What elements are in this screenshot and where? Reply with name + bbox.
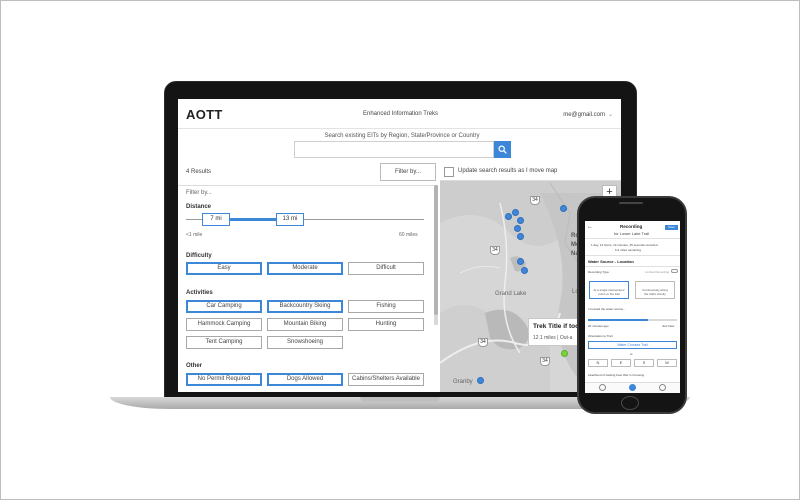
search-label: Search existing EITs by Region, State/Pr… bbox=[324, 133, 480, 139]
continuous-line2: the trail's vicinity bbox=[644, 292, 666, 296]
search-input[interactable] bbox=[294, 141, 494, 158]
distance-min-handle[interactable]: 7 mi bbox=[202, 213, 230, 226]
update-results-label: Update search results as I move map bbox=[458, 168, 558, 174]
limited-recording-toggle[interactable] bbox=[671, 269, 678, 273]
filter-panel-scroll-thumb[interactable] bbox=[434, 185, 438, 315]
likelihood-label: Likelihood of Getting Feet Wet in Crossi… bbox=[588, 373, 645, 377]
activity-car-camping[interactable]: Car Camping bbox=[186, 300, 262, 313]
map-pin[interactable] bbox=[512, 209, 519, 216]
laptop-screen: AOTT Enhanced Information Treks me@gmail… bbox=[178, 99, 621, 392]
divider bbox=[178, 185, 434, 186]
road-shield: 34 bbox=[478, 338, 488, 347]
update-results-checkbox[interactable] bbox=[444, 167, 454, 177]
app-title: Enhanced Information Treks bbox=[363, 111, 439, 117]
laptop-notch bbox=[360, 397, 440, 402]
recording-stats: 1 day, 13 hours, 13 minutes, 45 seconds … bbox=[591, 243, 658, 247]
road-shield: 34 bbox=[490, 246, 500, 255]
account-menu[interactable]: me@gmail.com ⌄ bbox=[563, 111, 613, 118]
single-point-line2: point on the trail bbox=[598, 292, 620, 296]
activity-tent-camping[interactable]: Tent Camping bbox=[186, 336, 262, 349]
single-point-option[interactable]: At a single intersection/ point on the t… bbox=[589, 281, 629, 299]
road-shield: 34 bbox=[530, 196, 540, 205]
map-pin-selected[interactable] bbox=[561, 350, 568, 357]
app-header: AOTT Enhanced Information Treks me@gmail… bbox=[178, 99, 621, 129]
map-pin[interactable] bbox=[517, 258, 524, 265]
activity-mountain-biking[interactable]: Mountain Biking bbox=[267, 318, 343, 331]
tab-record-icon[interactable] bbox=[629, 384, 636, 391]
located-label: I crossed the water source... bbox=[588, 307, 626, 311]
distance-title: Distance bbox=[186, 204, 212, 210]
other-dogs-allowed[interactable]: Dogs Allowed bbox=[267, 373, 343, 386]
activity-backcountry-skiing[interactable]: Backcountry Skiing bbox=[267, 300, 343, 313]
activity-hunting[interactable]: Hunting bbox=[348, 318, 424, 331]
app-logo[interactable]: AOTT bbox=[186, 107, 223, 122]
activity-snowshoeing[interactable]: Snowshoeing bbox=[267, 336, 343, 349]
map-pin[interactable] bbox=[477, 377, 484, 384]
recording-title: Recording bbox=[620, 224, 643, 229]
distance-range-min: <1 mile bbox=[186, 232, 203, 238]
divider bbox=[585, 255, 680, 256]
chevron-down-icon: ⌄ bbox=[607, 112, 613, 118]
search-button[interactable] bbox=[494, 141, 511, 158]
trek-popup-title: Trek Title if too bbox=[533, 323, 580, 330]
recording-remaining: 6.4 miles remaining bbox=[615, 248, 642, 252]
time-slider-fill bbox=[588, 319, 648, 321]
time-left-label: 20 minutes ago bbox=[588, 324, 609, 328]
divider bbox=[585, 238, 680, 239]
activity-hammock-camping[interactable]: Hammock Camping bbox=[186, 318, 262, 331]
limited-recording-label: Limited Recording bbox=[645, 270, 670, 274]
map-pin[interactable] bbox=[560, 205, 567, 212]
difficulty-title: Difficulty bbox=[186, 253, 212, 259]
other-no-permit[interactable]: No Permit Required bbox=[186, 373, 262, 386]
orientation-label: Orientation to Trail bbox=[588, 334, 613, 338]
other-cabins-shelters[interactable]: Cabins/Shelters Available bbox=[348, 373, 424, 386]
direction-s[interactable]: S bbox=[634, 359, 654, 367]
direction-e[interactable]: E bbox=[611, 359, 631, 367]
orientation-field[interactable]: Water Crosses Trail bbox=[588, 341, 677, 349]
activity-fishing[interactable]: Fishing bbox=[348, 300, 424, 313]
results-count: 4 Results bbox=[186, 169, 212, 175]
difficulty-easy[interactable]: Easy bbox=[186, 262, 262, 275]
road-shield: 34 bbox=[540, 357, 550, 366]
save-button[interactable]: Save bbox=[665, 225, 678, 230]
map-label-grand-lake: Grand Lake bbox=[495, 291, 527, 297]
back-arrow-icon[interactable]: ← bbox=[587, 224, 593, 230]
filter-by-label: Filter by... bbox=[186, 190, 212, 196]
direction-w[interactable]: W bbox=[657, 359, 677, 367]
search-icon bbox=[498, 145, 507, 154]
map-pin[interactable] bbox=[505, 213, 512, 220]
tab-list-icon[interactable] bbox=[659, 384, 666, 391]
phone-home-button bbox=[621, 396, 639, 410]
other-title: Other bbox=[186, 363, 203, 369]
difficulty-difficult[interactable]: Difficult bbox=[348, 262, 424, 275]
map-pin[interactable] bbox=[521, 267, 528, 274]
activities-title: Activities bbox=[186, 290, 213, 296]
recording-type-label: Recording Type bbox=[588, 270, 609, 274]
continuous-option[interactable]: Continuously along the trail's vicinity bbox=[635, 281, 675, 299]
tab-map-icon[interactable] bbox=[599, 384, 606, 391]
filter-by-button[interactable]: Filter by... bbox=[380, 163, 436, 181]
phone-speaker bbox=[619, 202, 643, 204]
difficulty-moderate[interactable]: Moderate bbox=[267, 262, 343, 275]
divider bbox=[585, 266, 680, 267]
recording-subtitle: for Lower Lake Trail bbox=[614, 231, 650, 236]
phone-screen: ← Recording for Lower Lake Trail Save 1 … bbox=[585, 221, 680, 393]
map-label-granby: Granby bbox=[453, 379, 473, 385]
account-email: me@gmail.com bbox=[563, 112, 605, 118]
distance-max-handle[interactable]: 13 mi bbox=[276, 213, 304, 226]
or-label: or bbox=[630, 352, 633, 356]
time-right-label: Just Now bbox=[662, 324, 675, 328]
section-title: Water Source - Location bbox=[588, 259, 634, 264]
map-pin[interactable] bbox=[514, 225, 521, 232]
distance-range-max: 60 miles bbox=[399, 232, 418, 238]
map-pin[interactable] bbox=[517, 233, 524, 240]
map-pin[interactable] bbox=[517, 217, 524, 224]
trek-popup-subtitle: 12.1 miles | Out-a bbox=[533, 335, 573, 341]
direction-n[interactable]: N bbox=[588, 359, 608, 367]
